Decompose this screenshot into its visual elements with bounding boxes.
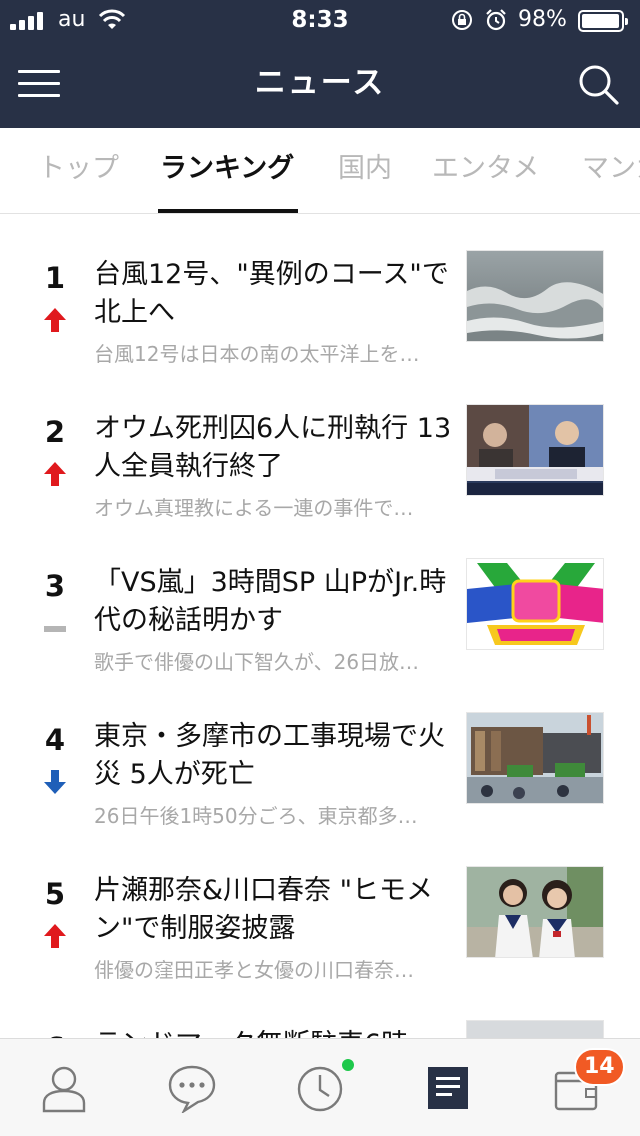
stormy-sea-photo <box>466 250 604 342</box>
article-snippet: 台風12号は日本の南の太平洋上を… <box>94 342 420 366</box>
bottom-nav <box>0 1038 640 1136</box>
top-bar: au 8:33 98% ニュース <box>0 0 640 128</box>
article-title: ランドマーク無断駐車6時間… <box>94 1026 454 1038</box>
ranking-list: 1 台風12号、"異例のコース"で北上へ 台風12号は日本の南の太平洋上を… 2… <box>0 214 640 1038</box>
trend-up-icon <box>44 308 66 332</box>
new-activity-dot <box>342 1059 354 1071</box>
article-title: オウム死刑囚6人に刑執行 13人全員執行終了 <box>94 413 452 482</box>
tab-manga[interactable]: マンガ <box>582 150 640 188</box>
tab-entertainment[interactable]: エンタメ <box>432 150 539 188</box>
tab-top[interactable]: トップ <box>38 150 119 188</box>
trend-up-icon <box>44 924 66 948</box>
list-item[interactable]: 6 ランドマーク無断駐車6時間… <box>0 984 640 1038</box>
list-item[interactable]: 2 オウム死刑囚6人に刑執行 13人全員執行終了 オウム真理教による一連の事件で… <box>0 368 640 522</box>
article-title: 片瀬那奈&川口春奈 "ヒモメン"で制服姿披露 <box>94 875 434 944</box>
rank-number: 6 <box>30 1030 80 1038</box>
list-item[interactable]: 3 「VS嵐」3時間SP 山PがJr.時代の秘話明かす 歌手で俳優の山下智久が、… <box>0 522 640 676</box>
nav-wallet[interactable] <box>512 1039 640 1136</box>
article-snippet: オウム真理教による一連の事件で… <box>94 496 414 520</box>
notification-badge: 14 <box>574 1048 625 1086</box>
friends-icon <box>42 1066 86 1113</box>
nav-friends[interactable] <box>0 1039 128 1136</box>
construction-site-photo <box>466 712 604 804</box>
rank-number: 4 <box>44 723 66 757</box>
category-tabs: トップ ランキング 国内 エンタメ マンガ <box>0 128 640 214</box>
article-snippet: 俳優の窪田正孝と女優の川口春奈… <box>94 958 414 982</box>
battery-percent: 98% <box>518 7 567 32</box>
partial-photo <box>466 1020 604 1038</box>
rank-number: 3 <box>44 569 66 603</box>
list-item[interactable]: 4 東京・多摩市の工事現場で火災 5人が死亡 26日午後1時50分ごろ、東京都多… <box>0 676 640 830</box>
trend-same-icon <box>44 626 66 632</box>
battery-icon <box>578 10 628 32</box>
vs-arashi-logo <box>466 558 604 650</box>
tab-ranking[interactable]: ランキング <box>160 150 294 188</box>
search-icon[interactable] <box>576 62 620 106</box>
chat-icon <box>168 1065 216 1113</box>
trend-up-icon <box>44 462 66 486</box>
news-icon <box>428 1067 468 1109</box>
timeline-clock-icon <box>297 1066 343 1112</box>
nav-timeline[interactable] <box>256 1039 384 1136</box>
article-snippet: 歌手で俳優の山下智久が、26日放… <box>94 650 420 674</box>
news-broadcast-photo <box>466 404 604 496</box>
list-item[interactable]: 1 台風12号、"異例のコース"で北上へ 台風12号は日本の南の太平洋上を… <box>0 214 640 368</box>
two-women-uniform-photo <box>466 866 604 958</box>
article-title: 台風12号、"異例のコース"で北上へ <box>94 259 449 328</box>
list-item[interactable]: 5 片瀬那奈&川口春奈 "ヒモメン"で制服姿披露 俳優の窪田正孝と女優の川口春奈… <box>0 830 640 984</box>
article-title: 東京・多摩市の工事現場で火災 5人が死亡 <box>94 721 445 790</box>
nav-news[interactable] <box>384 1039 512 1136</box>
trend-down-icon <box>44 770 66 794</box>
rank-number: 5 <box>44 877 66 911</box>
tab-domestic[interactable]: 国内 <box>338 150 392 188</box>
status-bar: au 8:33 98% <box>0 0 640 40</box>
alarm-icon <box>486 9 506 31</box>
active-tab-indicator <box>158 209 298 213</box>
nav-chat[interactable] <box>128 1039 256 1136</box>
article-snippet: 26日午後1時50分ごろ、東京都多… <box>94 804 418 828</box>
rank-number: 1 <box>44 261 66 295</box>
page-title: ニュース <box>254 65 386 101</box>
rank-number: 2 <box>44 415 66 449</box>
article-title: 「VS嵐」3時間SP 山PがJr.時代の秘話明かす <box>94 567 447 636</box>
rotation-lock-icon <box>452 10 472 30</box>
